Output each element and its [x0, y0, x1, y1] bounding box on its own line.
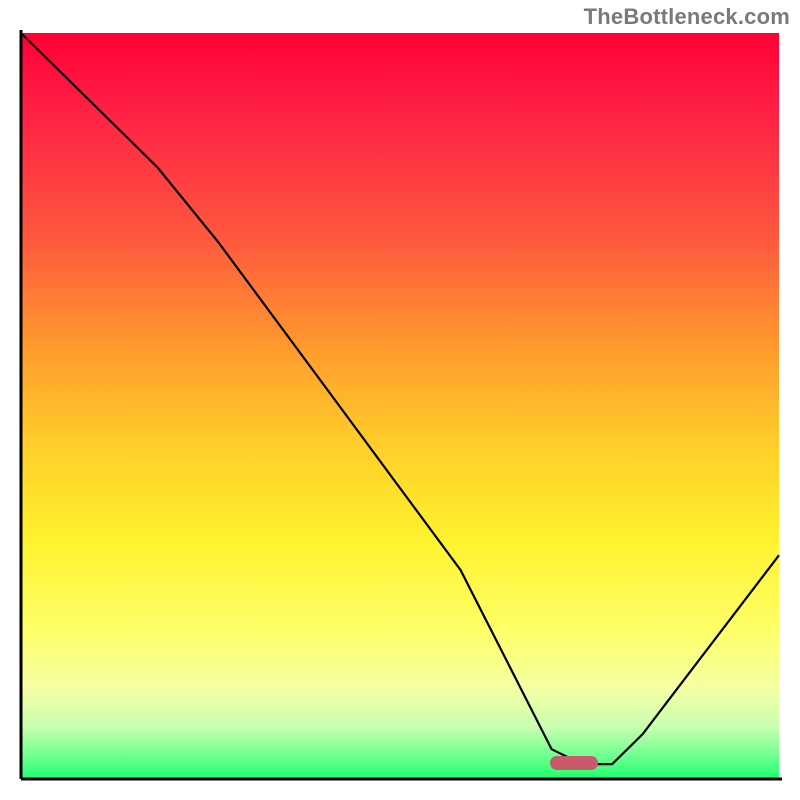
- chart-inner: [18, 30, 782, 782]
- chart-area: [18, 30, 782, 782]
- watermark-text: TheBottleneck.com: [584, 4, 790, 30]
- optimal-marker: [550, 756, 598, 770]
- axes: [18, 30, 782, 782]
